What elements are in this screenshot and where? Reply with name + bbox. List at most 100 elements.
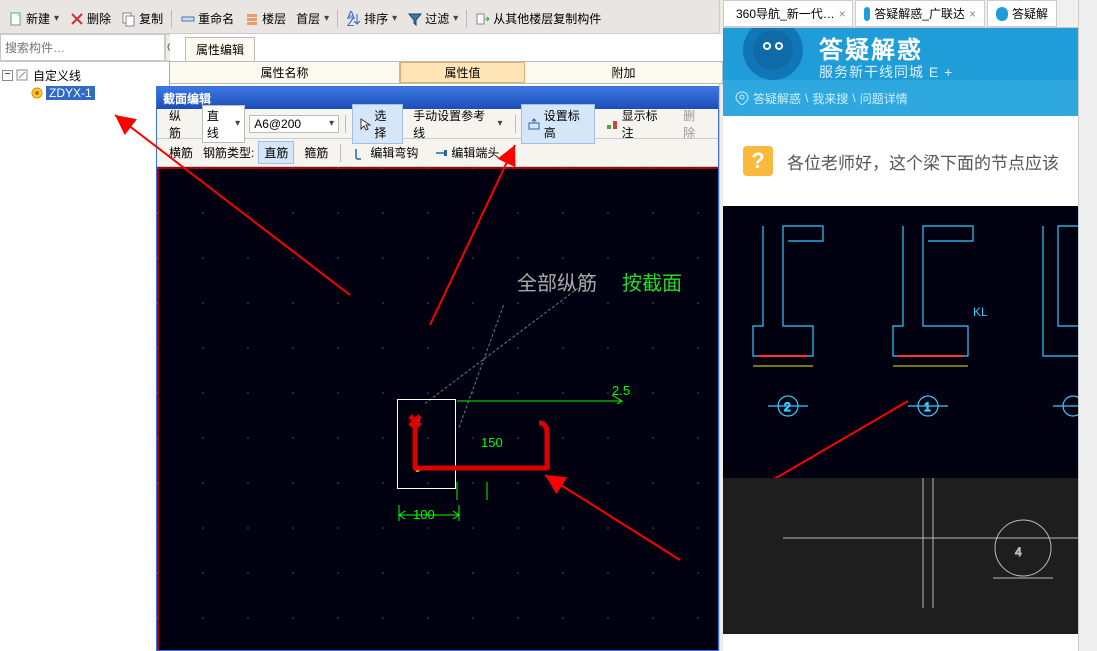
section-toolbar-1: 纵筋 直线▾ A6@200▾ 选择 手动设置参考线▾ 设置标高 显示标注 删除 — [157, 109, 718, 139]
component-tree: − 自定义线 ZDYX-1 — [0, 62, 169, 106]
cursor-icon — [358, 117, 371, 131]
filter-label: 过滤 — [425, 10, 449, 27]
dim-100: 100 — [413, 507, 435, 522]
breadcrumb-item[interactable]: 答疑解惑 — [753, 90, 801, 107]
property-header: 属性名称 属性值 附加 — [170, 62, 723, 84]
copy-label: 复制 — [139, 10, 163, 27]
line-type-combo[interactable]: 直线▾ — [202, 105, 245, 143]
svg-text:2: 2 — [784, 400, 791, 414]
line-type-icon — [15, 68, 29, 82]
dropdown-icon: ▾ — [392, 13, 397, 24]
question-mark-icon: ? — [743, 146, 773, 176]
tree-root-label: 自定义线 — [31, 67, 83, 84]
filter-icon — [407, 11, 423, 27]
question-text: 各位老师好，这个梁下面的节点应该 — [787, 149, 1059, 174]
end-icon — [434, 146, 448, 160]
rename-button[interactable]: 重命名 — [176, 8, 238, 29]
svg-text:4: 4 — [1015, 545, 1022, 559]
prop-col-extra: 附加 — [525, 62, 723, 83]
breadcrumb-item[interactable]: 问题详情 — [860, 90, 908, 107]
browser-scrollbar[interactable] — [1078, 0, 1097, 651]
qa-breadcrumb: 答疑解惑 \ 我来搜 \ 问题详情 — [723, 80, 1097, 116]
floor-button[interactable]: 楼层 — [240, 8, 290, 29]
browser-tab[interactable]: 答疑解惑_广联达 × — [855, 0, 985, 27]
by-section-label: 按截面 — [622, 267, 682, 296]
prop-col-value[interactable]: 属性值 — [400, 62, 525, 83]
copy-icon — [121, 11, 137, 27]
browser-tab-bar: 360导航_新一代… × 答疑解惑_广联达 × 答疑解 — [723, 0, 1097, 28]
property-tab-bar: 属性编辑 — [170, 34, 723, 62]
floor-icon — [244, 11, 260, 27]
qa-site-subtitle: 服务新干线同城 E + — [819, 62, 953, 82]
set-elevation-button[interactable]: 设置标高 — [521, 104, 595, 144]
browser-panel: 360导航_新一代… × 答疑解惑_广联达 × 答疑解 答疑解惑 服务新干线同城… — [723, 0, 1097, 651]
breadcrumb-sep: \ — [852, 91, 855, 105]
straight-rebar-button[interactable]: 直筋 — [258, 141, 294, 164]
tab-close-icon[interactable]: × — [969, 7, 976, 21]
browser-tab[interactable]: 答疑解 — [987, 0, 1057, 27]
show-annotation-button[interactable]: 显示标注 — [599, 104, 673, 144]
copy-button[interactable]: 复制 — [117, 8, 167, 29]
section-canvas[interactable]: 全部纵筋 按截面 2.5 150 100 — [157, 167, 718, 650]
annotation-icon — [605, 117, 618, 131]
manual-ref-line-button[interactable]: 手动设置参考线▾ — [407, 104, 508, 144]
dropdown-icon: ▾ — [54, 13, 59, 24]
tree-child-row[interactable]: ZDYX-1 — [2, 84, 167, 102]
floor-label: 楼层 — [262, 10, 286, 27]
longitudinal-rebar-button[interactable]: 纵筋 — [163, 104, 198, 144]
rename-label: 重命名 — [198, 10, 234, 27]
copy-from-label: 从其他楼层复制构件 — [493, 10, 601, 27]
floor-value: 首层 — [296, 10, 320, 27]
collapse-icon[interactable]: − — [2, 70, 13, 81]
tree-child-label: ZDYX-1 — [46, 86, 95, 100]
left-panel: − 自定义线 ZDYX-1 — [0, 34, 170, 651]
delete-icon — [69, 11, 85, 27]
prop-col-name: 属性名称 — [170, 62, 400, 83]
hook-icon — [353, 146, 367, 160]
question-row: ? 各位老师好，这个梁下面的节点应该 — [723, 116, 1097, 206]
breadcrumb-sep: \ — [805, 91, 808, 105]
qa-logo-icon — [743, 28, 803, 80]
sort-label: 排序 — [364, 10, 388, 27]
component-icon — [30, 86, 44, 100]
tree-root-row[interactable]: − 自定义线 — [2, 66, 167, 84]
question-drawing-preview[interactable]: 2 1 KL — [723, 206, 1097, 478]
tab-label: 答疑解惑_广联达 — [874, 5, 965, 22]
tab-label: 答疑解 — [1012, 5, 1048, 22]
dim-150: 150 — [481, 435, 503, 450]
rename-icon — [180, 11, 196, 27]
floor-select[interactable]: 首层 ▾ — [292, 8, 333, 29]
rebar-spec-combo[interactable]: A6@200▾ — [249, 115, 339, 133]
tab-favicon-qa-icon — [996, 7, 1008, 21]
delete-button[interactable]: 删除 — [65, 8, 115, 29]
new-button[interactable]: 新建▾ — [4, 8, 63, 29]
property-tab[interactable]: 属性编辑 — [185, 37, 255, 61]
edit-hook-button[interactable]: 编辑弯钩 — [347, 141, 424, 164]
elevation-icon — [527, 117, 540, 131]
sort-icon: AZ — [346, 11, 362, 27]
rebar-type-label: 钢筋类型: — [203, 144, 254, 161]
search-input[interactable] — [0, 34, 165, 61]
tab-close-icon[interactable]: × — [839, 7, 846, 21]
dropdown-icon: ▾ — [324, 13, 329, 24]
delete-label: 删除 — [87, 10, 111, 27]
sort-button[interactable]: AZ 排序 ▾ — [342, 8, 401, 29]
copy-from-floor-button[interactable]: 从其他楼层复制构件 — [471, 8, 605, 29]
filter-button[interactable]: 过滤 ▾ — [403, 8, 462, 29]
section-editor-window: 截面编辑 纵筋 直线▾ A6@200▾ 选择 手动设置参考线▾ 设置标高 显示标… — [156, 86, 719, 651]
delete-rebar-button: 删除 — [677, 104, 712, 144]
edit-end-button[interactable]: 编辑端头 — [428, 141, 505, 164]
transverse-rebar-button[interactable]: 横筋 — [163, 141, 199, 164]
location-icon — [735, 91, 749, 105]
answer-drawing-preview[interactable]: 4 — [723, 478, 1097, 634]
browser-tab[interactable]: 360导航_新一代… × — [723, 0, 853, 27]
breadcrumb-item[interactable]: 我来搜 — [812, 90, 848, 107]
select-button[interactable]: 选择 — [352, 104, 403, 144]
qa-site-header: 答疑解惑 服务新干线同城 E + 答疑解惑 \ 我来搜 \ 问题详情 — [723, 28, 1097, 116]
new-icon — [8, 11, 24, 27]
qa-site-title: 答疑解惑 — [819, 30, 923, 65]
main-toolbar: 新建▾ 删除 复制 重命名 楼层 首层 ▾ AZ 排序 ▾ 过滤 ▾ 从其他楼层复制构… — [0, 4, 723, 34]
stirrup-button[interactable]: 箍筋 — [298, 141, 334, 164]
svg-text:1: 1 — [924, 400, 931, 414]
dropdown-icon: ▾ — [453, 13, 458, 24]
